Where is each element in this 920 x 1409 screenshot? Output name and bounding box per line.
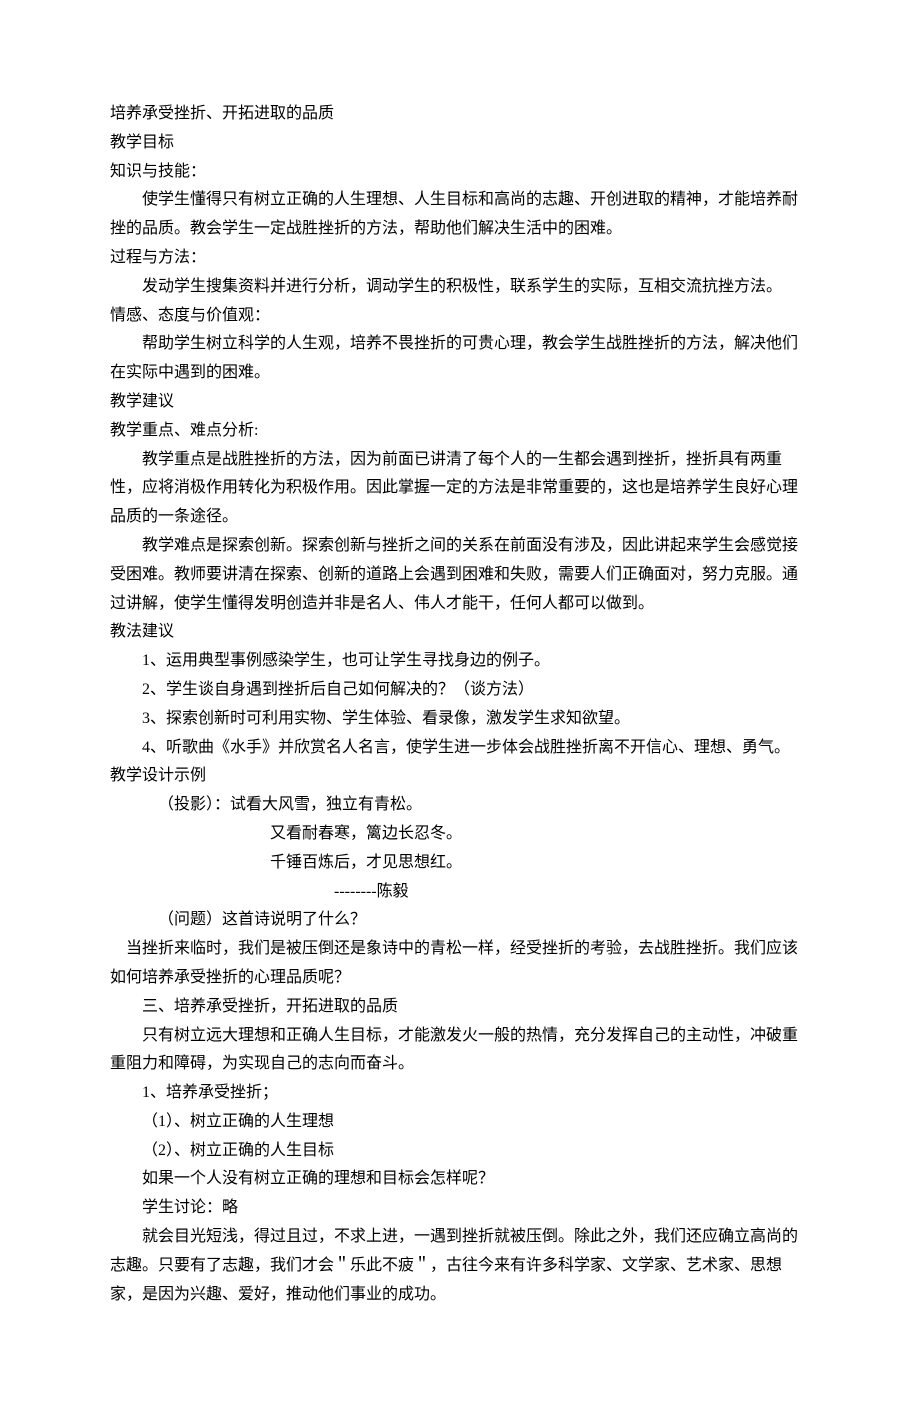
poem-line-2: 又看耐春寒，篱边长忍冬。 bbox=[110, 820, 810, 849]
knowledge-skills-header: 知识与技能： bbox=[110, 158, 810, 187]
poem-author: --------陈毅 bbox=[110, 878, 810, 907]
design-body-1: 当挫折来临时，我们是被压倒还是象诗中的青松一样，经受挫折的考验，去战胜挫折。我们… bbox=[110, 935, 810, 993]
emotion-body: 帮助学生树立科学的人生观，培养不畏挫折的可贵心理，教会学生战胜挫折的方法，解决他… bbox=[110, 330, 810, 388]
discuss-question: 如果一个人没有树立正确的理想和目标会怎样呢？ bbox=[110, 1165, 810, 1194]
document-title: 培养承受挫折、开拓进取的品质 bbox=[110, 100, 810, 129]
method-item-1: 1、运用典型事例感染学生，也可让学生寻找身边的例子。 bbox=[110, 647, 810, 676]
projection-line: （投影）：试看大风雪，独立有青松。 bbox=[110, 791, 810, 820]
emotion-header: 情感、态度与价值观： bbox=[110, 302, 810, 331]
section3-header: 三、培养承受挫折，开拓进取的品质 bbox=[110, 993, 810, 1022]
cultivate-header: 1、培养承受挫折； bbox=[110, 1079, 810, 1108]
section3-body: 只有树立远大理想和正确人生目标，才能激发火一般的热情，充分发挥自己的主动性，冲破… bbox=[110, 1022, 810, 1080]
method-item-2: 2、学生谈自身遇到挫折后自己如何解决的？（谈方法） bbox=[110, 676, 810, 705]
point-1: （1）、树立正确的人生理想 bbox=[110, 1108, 810, 1137]
point-2: （2）、树立正确的人生目标 bbox=[110, 1137, 810, 1166]
objectives-header: 教学目标 bbox=[110, 129, 810, 158]
question-line: （问题）这首诗说明了什么？ bbox=[110, 906, 810, 935]
focus-body-2: 教学难点是探索创新。探索创新与挫折之间的关系在前面没有涉及，因此讲起来学生会感觉… bbox=[110, 532, 810, 618]
process-method-header: 过程与方法： bbox=[110, 244, 810, 273]
focus-body-1: 教学重点是战胜挫折的方法，因为前面已讲清了每个人的一生都会遇到挫折，挫折具有两重… bbox=[110, 446, 810, 532]
knowledge-skills-body: 使学生懂得只有树立正确的人生理想、人生目标和高尚的志趣、开创进取的精神，才能培养… bbox=[110, 186, 810, 244]
method-item-4: 4、听歌曲《水手》并欣赏名人名言，使学生进一步体会战胜挫折离不开信心、理想、勇气… bbox=[110, 734, 810, 763]
projection-label: （投影）： bbox=[158, 796, 230, 813]
discuss-label: 学生讨论：略 bbox=[110, 1194, 810, 1223]
process-method-body: 发动学生搜集资料并进行分析，调动学生的积极性，联系学生的实际，互相交流抗挫方法。 bbox=[110, 273, 810, 302]
method-item-3: 3、探索创新时可利用实物、学生体验、看录像，激发学生求知欲望。 bbox=[110, 705, 810, 734]
conclusion-body: 就会目光短浅，得过且过，不求上进，一遇到挫折就被压倒。除此之外，我们还应确立高尚… bbox=[110, 1223, 810, 1309]
design-header: 教学设计示例 bbox=[110, 762, 810, 791]
suggestions-header: 教学建议 bbox=[110, 388, 810, 417]
method-header: 教法建议 bbox=[110, 618, 810, 647]
poem-line-3: 千锤百炼后，才见思想红。 bbox=[110, 849, 810, 878]
poem-line-1: 试看大风雪，独立有青松。 bbox=[230, 796, 422, 813]
focus-header: 教学重点、难点分析: bbox=[110, 417, 810, 446]
